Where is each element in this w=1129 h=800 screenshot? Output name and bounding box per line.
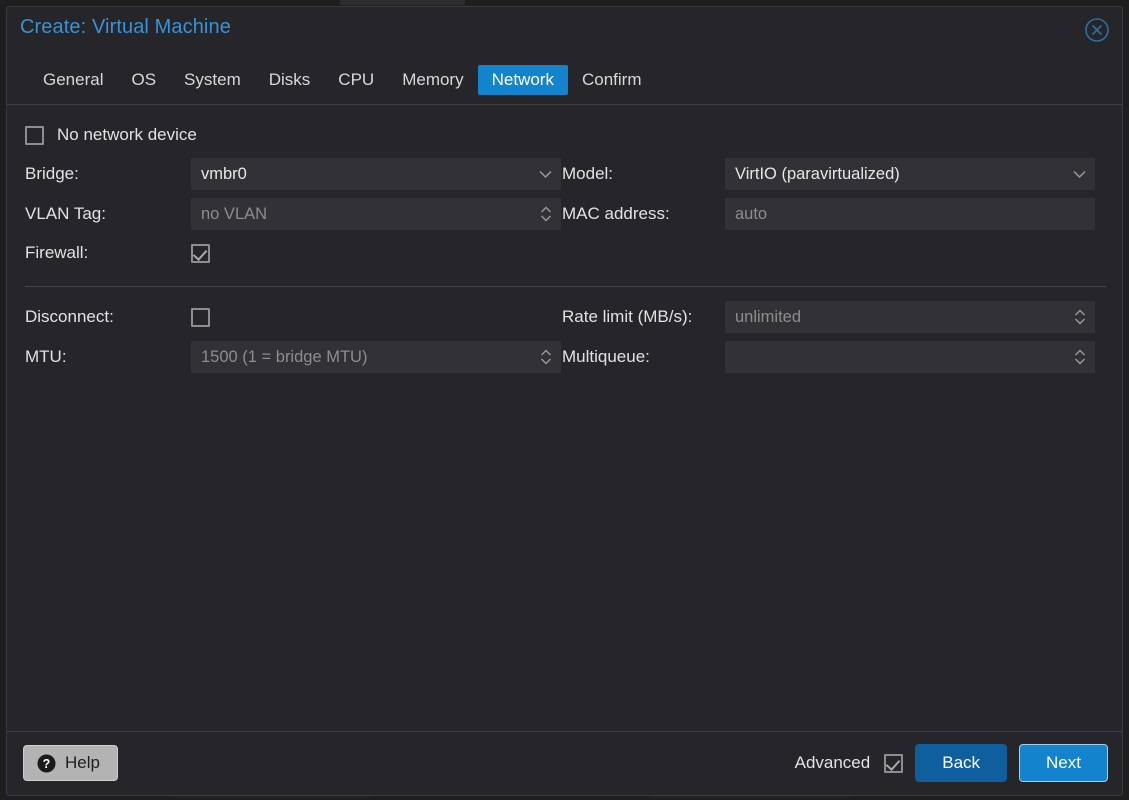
- bridge-value: vmbr0: [201, 164, 247, 183]
- tab-system[interactable]: System: [170, 65, 255, 96]
- mtu-label: MTU:: [25, 347, 67, 366]
- model-select[interactable]: VirtIO (paravirtualized): [725, 158, 1095, 190]
- rate-limit-label: Rate limit (MB/s):: [562, 307, 693, 326]
- model-label: Model:: [562, 164, 614, 183]
- dialog-title: Create: Virtual Machine: [20, 16, 231, 38]
- chevron-down-icon: [539, 170, 552, 179]
- question-circle-icon: ?: [37, 754, 56, 772]
- section-divider: [25, 286, 1106, 287]
- dialog-body: No network device Bridge: vmbr0 Model: V…: [7, 105, 1122, 731]
- tab-confirm[interactable]: Confirm: [568, 65, 656, 96]
- help-button[interactable]: ? Help: [23, 745, 118, 781]
- bridge-select[interactable]: vmbr0: [191, 158, 561, 190]
- rate-limit-field-cell: unlimited: [725, 297, 1095, 337]
- background-window-hint-top: [340, 0, 465, 5]
- spinner-icon: [541, 206, 551, 222]
- mac-address-input[interactable]: auto: [725, 198, 1095, 230]
- tab-os[interactable]: OS: [117, 65, 170, 96]
- model-field-cell: VirtIO (paravirtualized): [725, 154, 1095, 194]
- empty-label: [562, 244, 725, 262]
- footer-actions: Advanced Back Next: [794, 743, 1108, 783]
- rate-limit-value: unlimited: [735, 307, 802, 326]
- vlan-tag-field-cell: no VLAN: [191, 194, 561, 234]
- next-button[interactable]: Next: [1019, 743, 1108, 783]
- footer-separator: [7, 731, 1122, 732]
- tab-disks[interactable]: Disks: [255, 65, 325, 96]
- chevron-down-icon: [1073, 170, 1086, 179]
- mac-address-label: MAC address:: [562, 204, 670, 223]
- multiqueue-input[interactable]: [725, 341, 1095, 373]
- multiqueue-field-cell: [725, 337, 1095, 377]
- tab-network[interactable]: Network: [477, 64, 568, 96]
- no-network-device-checkbox[interactable]: [25, 125, 44, 145]
- svg-text:?: ?: [43, 757, 51, 771]
- disconnect-checkbox[interactable]: [191, 307, 210, 327]
- empty-cell: [725, 249, 1095, 257]
- help-button-label: Help: [65, 753, 100, 772]
- mac-address-value: auto: [735, 204, 768, 223]
- disconnect-field-cell: [191, 304, 561, 331]
- advanced-form-grid: Disconnect: Rate limit (MB/s): unlimited…: [7, 297, 1122, 377]
- dialog-footer: ? Help Advanced Back Next: [7, 731, 1122, 795]
- mtu-input[interactable]: 1500 (1 = bridge MTU): [191, 341, 561, 373]
- rate-limit-input[interactable]: unlimited: [725, 301, 1095, 333]
- no-network-device-label: No network device: [57, 125, 197, 144]
- close-icon[interactable]: [1084, 17, 1110, 43]
- model-value: VirtIO (paravirtualized): [735, 164, 900, 183]
- spinner-icon: [541, 349, 551, 365]
- network-form-grid: Bridge: vmbr0 Model: VirtIO (paravirtual…: [7, 154, 1122, 272]
- tab-memory[interactable]: Memory: [388, 65, 477, 96]
- create-vm-dialog: Create: Virtual Machine General OS Syste…: [6, 6, 1123, 796]
- firewall-field-cell: [191, 240, 561, 267]
- spinner-icon: [1075, 349, 1085, 365]
- firewall-label: Firewall:: [25, 243, 89, 262]
- bridge-field-cell: vmbr0: [191, 154, 561, 194]
- tab-general[interactable]: General: [29, 65, 117, 96]
- no-network-device-row: No network device: [7, 119, 1122, 154]
- mac-address-field-cell: auto: [725, 194, 1095, 234]
- mtu-value: 1500 (1 = bridge MTU): [201, 347, 368, 366]
- mtu-field-cell: 1500 (1 = bridge MTU): [191, 337, 561, 377]
- wizard-tabbar: General OS System Disks CPU Memory Netwo…: [7, 55, 1122, 105]
- multiqueue-label: Multiqueue:: [562, 347, 650, 366]
- spinner-icon: [1075, 309, 1085, 325]
- advanced-label: Advanced: [794, 753, 871, 772]
- disconnect-label: Disconnect:: [25, 307, 114, 326]
- vlan-tag-label: VLAN Tag:: [25, 204, 106, 223]
- tab-cpu[interactable]: CPU: [324, 65, 388, 96]
- back-button[interactable]: Back: [915, 743, 1008, 783]
- bridge-label: Bridge:: [25, 164, 79, 183]
- dialog-header: Create: Virtual Machine: [7, 7, 1122, 55]
- firewall-checkbox[interactable]: [191, 243, 210, 263]
- vlan-tag-input[interactable]: no VLAN: [191, 198, 561, 230]
- advanced-checkbox[interactable]: [884, 753, 904, 773]
- vlan-tag-value: no VLAN: [201, 204, 268, 223]
